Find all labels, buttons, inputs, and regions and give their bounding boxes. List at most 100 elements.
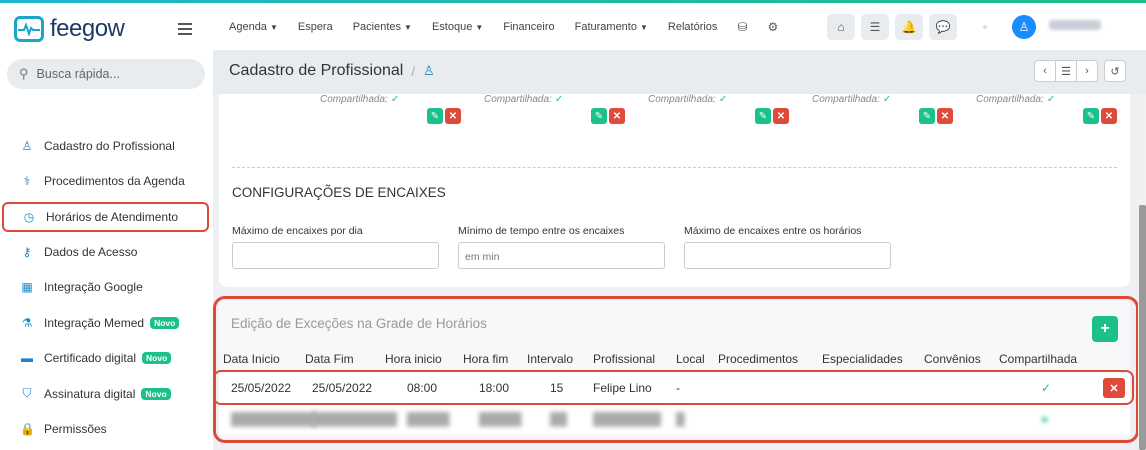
sidebar-item[interactable]: ♙ Cadastro do Profissional [0, 128, 213, 164]
hamburger-menu-icon[interactable] [178, 23, 192, 38]
flask-icon: ⚗ [21, 315, 33, 330]
row-actions: ✎ ✕ [427, 108, 461, 124]
list-button[interactable]: ☰ [1055, 60, 1077, 82]
shared-label: Compartilhada: ✓ [484, 94, 563, 105]
field-label: Máximo de encaixes entre os horários [684, 225, 862, 237]
clock-icon: ◷ [23, 210, 35, 224]
min-tempo-encaixes-field: Mínimo de tempo entre os encaixes em min [458, 225, 665, 269]
sidebar-item[interactable]: ◷ Horários de Atendimento [2, 202, 209, 232]
encaixes-title: CONFIGURAÇÕES DE ENCAIXES [232, 185, 446, 200]
next-button[interactable]: › [1076, 60, 1098, 82]
top-navbar: Agenda ▼ Espera Pacientes ▼ Estoque ▼ Financeir… [213, 3, 1146, 50]
sidebar-item[interactable]: ▬ Certificado digital Novo [0, 341, 213, 377]
nav-item-label: Espera [297, 20, 333, 33]
delete-icon[interactable]: ✕ [773, 108, 789, 124]
row-actions: ✎ ✕ [591, 108, 625, 124]
nav-item-label: Pacientes [352, 20, 402, 33]
lock-icon: 🔒 [20, 422, 35, 437]
sidebar-item[interactable]: ▦ Integração Google [0, 270, 213, 306]
field-label: Mínimo de tempo entre os encaixes [458, 225, 625, 237]
search-input[interactable]: ⚲ Busca rápida... [7, 59, 205, 89]
shared-label: Compartilhada: ✓ [320, 94, 399, 105]
check-circle-icon: ✓ [390, 94, 400, 105]
delete-icon[interactable]: ✕ [937, 108, 953, 124]
delete-icon[interactable]: ✕ [609, 108, 625, 124]
dashed-divider [232, 167, 1117, 168]
logo-heartbeat-icon [14, 16, 44, 42]
sidebar-item[interactable]: ⛉ Assinatura digital Novo [0, 376, 213, 412]
sidebar-item-label: Permissões [44, 422, 107, 437]
edit-icon[interactable]: ✎ [755, 108, 771, 124]
breadcrumb-separator: / [411, 63, 415, 79]
key-icon: ⚷ [22, 244, 32, 259]
caret-down-icon: ▼ [269, 22, 278, 32]
user-icon: ♙ [422, 63, 435, 78]
page-title-text: Cadastro de Profissional [229, 62, 404, 79]
sidebar-item-label: Dados de Acesso [44, 244, 138, 259]
sidebar-item-label: Procedimentos da Agenda [44, 174, 185, 189]
logo-text: feegow [50, 15, 125, 42]
sidebar-item-label: Cadastro do Profissional [44, 138, 175, 153]
database-icon[interactable]: ⛁ [737, 20, 747, 34]
list-check-icon[interactable]: ☰ [861, 14, 889, 40]
gear-icon[interactable]: ⚙ [768, 20, 779, 34]
sidebar-item-label: Horários de Atendimento [46, 210, 179, 224]
check-circle-icon: ✓ [718, 94, 728, 105]
nav-item-label: Faturamento [574, 20, 637, 33]
chat-icon[interactable]: 💬 [929, 14, 957, 40]
nav-item-label: Financeiro [503, 20, 555, 33]
shared-label-text: Compartilhada: [648, 94, 716, 105]
shared-label-text: Compartilhada: [976, 94, 1044, 105]
inbox-icon[interactable]: ⌂ [827, 14, 855, 40]
sidebar: feegow ⚲ Busca rápida... ♙ Cadastro do Pr… [0, 3, 213, 450]
row-actions: ✎ ✕ [755, 108, 789, 124]
main-nav: Agenda ▼ Espera Pacientes ▼ Estoque ▼ Financeir… [229, 20, 778, 34]
edit-icon[interactable]: ✎ [591, 108, 607, 124]
delete-icon[interactable]: ✕ [1101, 108, 1117, 124]
max-encaixes-dia-input[interactable] [232, 242, 439, 269]
page-header: Cadastro de Profissional / ♙ ‹ ☰ › ↺ [213, 50, 1146, 94]
nav-item-label: Agenda [229, 20, 267, 33]
row-actions: ✎ ✕ [919, 108, 953, 124]
edit-icon[interactable]: ✎ [1083, 108, 1099, 124]
bell-icon[interactable]: 🔔 [895, 14, 923, 40]
nav-item[interactable]: Estoque ▼ [432, 21, 483, 33]
user-name-blurred[interactable] [1049, 20, 1101, 30]
nav-item-label: Relatórios [667, 20, 718, 33]
nav-item[interactable]: Pacientes ▼ [353, 21, 412, 33]
history-button[interactable]: ↺ [1104, 60, 1126, 82]
max-encaixes-horarios-input[interactable] [684, 242, 891, 269]
edit-icon[interactable]: ✎ [427, 108, 443, 124]
schedule-panel: CONFIGURAÇÕES DE ENCAIXES Máximo de enca… [219, 94, 1130, 287]
credit-card-icon: ▬ [21, 351, 33, 366]
max-encaixes-dia-field: Máximo de encaixes por dia [232, 225, 439, 269]
user-avatar[interactable]: ♙ [1012, 15, 1036, 39]
caret-down-icon: ▼ [475, 22, 484, 32]
nav-item[interactable]: Financeiro [503, 21, 554, 33]
prev-button[interactable]: ‹ [1034, 60, 1056, 82]
status-dot [983, 25, 987, 29]
min-tempo-encaixes-input[interactable]: em min [458, 242, 665, 269]
sidebar-item[interactable]: ⚷ Dados de Acesso [0, 234, 213, 270]
scrollbar-thumb[interactable] [1139, 205, 1146, 450]
row-actions: ✎ ✕ [1083, 108, 1117, 124]
sidebar-item[interactable]: ⚕ Procedimentos da Agenda [0, 164, 213, 200]
search-icon: ⚲ [19, 66, 29, 81]
row-highlight-outline [213, 370, 1134, 405]
sidebar-item-label: Assinatura digital [44, 386, 136, 401]
calendar-icon: ▦ [21, 280, 33, 295]
nav-item[interactable]: Faturamento ▼ [575, 21, 648, 33]
nav-item[interactable]: Relatórios [668, 21, 718, 33]
field-label: Máximo de encaixes por dia [232, 225, 363, 237]
caret-down-icon: ▼ [639, 22, 648, 32]
sidebar-item[interactable]: ⚗ Integração Memed Novo [0, 305, 213, 341]
edit-icon[interactable]: ✎ [919, 108, 935, 124]
logo[interactable]: feegow [14, 15, 125, 43]
sidebar-menu: ♙ Cadastro do Profissional ⚕ Procedimentos … [0, 128, 213, 447]
nav-item[interactable]: Agenda ▼ [229, 21, 278, 33]
delete-icon[interactable]: ✕ [445, 108, 461, 124]
sidebar-item[interactable]: 🔒 Permissões [0, 412, 213, 448]
sidebar-item-label: Integração Memed [44, 315, 145, 330]
check-circle-icon: ✓ [554, 94, 564, 105]
nav-item[interactable]: Espera [298, 21, 333, 33]
